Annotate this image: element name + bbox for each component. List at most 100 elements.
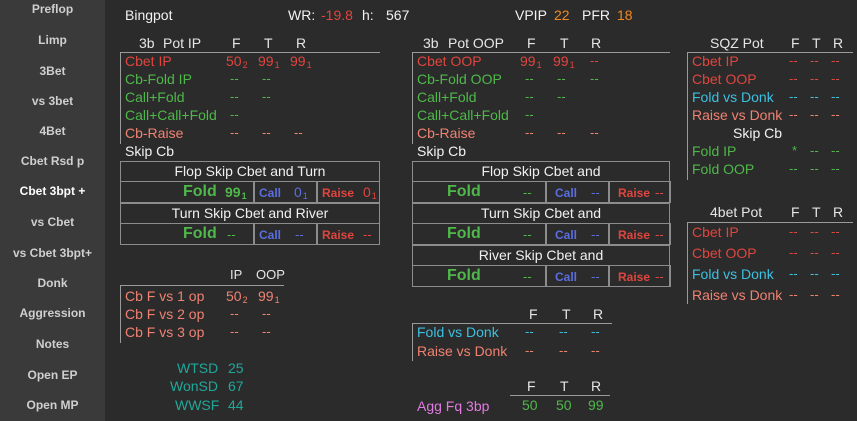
oop-cbet-r: -- xyxy=(590,53,599,68)
cbf-1op-oop: 991 xyxy=(258,288,280,305)
pfr-value: 18 xyxy=(617,7,633,23)
sqz-foldoop-t: -- xyxy=(810,161,819,176)
fourbet-title: 4bet Pot xyxy=(710,204,763,220)
oop-river-skip-fold-value: -- xyxy=(523,269,532,284)
sidebar-item-4bet[interactable]: 4Bet xyxy=(0,124,105,138)
sqz-foldoop-r: -- xyxy=(831,161,840,176)
sidebar-item-cbet-rsd-p[interactable]: Cbet Rsd p xyxy=(0,154,105,168)
fourbet-row-cbet-oop: Cbet OOP xyxy=(692,245,757,261)
sqz-row-fold-vs-donk: Fold vs Donk xyxy=(692,89,774,105)
sidebar-item-limp[interactable]: Limp xyxy=(0,33,105,47)
ip-turn-skip-fold-label: Fold xyxy=(183,225,217,242)
ip-row-cb-fold-ip: Cb-Fold IP xyxy=(125,71,192,87)
cbf-2op-oop: -- xyxy=(262,306,271,321)
pfr-label: PFR xyxy=(582,7,610,23)
sidebar-item-donk[interactable]: Donk xyxy=(0,276,105,290)
fourbet-col-t: T xyxy=(812,204,821,220)
sidebar-item-vs-3bet[interactable]: vs 3bet xyxy=(0,94,105,108)
oop-title-3b: 3b xyxy=(423,35,439,51)
vpip-label: VPIP xyxy=(515,7,547,23)
oop-cbraise-f: -- xyxy=(525,125,534,140)
donk-fvd-r: -- xyxy=(591,324,600,339)
sidebar-item-open-ep[interactable]: Open EP xyxy=(0,368,105,382)
sqz-row-skip-cb: Skip Cb xyxy=(733,125,783,141)
ip-flop-skip-raise-label: Raise xyxy=(322,186,355,200)
ip-turn-skip-raise-label: Raise xyxy=(322,228,355,242)
ip-callfold-t: -- xyxy=(262,89,271,104)
oop-cbet-t-val: 99 xyxy=(553,53,569,69)
ip-flop-skip-call-cell: Call 01 xyxy=(254,181,317,203)
sqz-fvd-r: -- xyxy=(831,89,840,104)
cbf-row-1op: Cb F vs 1 op xyxy=(125,288,205,304)
oop-turn-skip-fold-value: -- xyxy=(523,227,532,242)
sqz-col-r: R xyxy=(833,35,844,51)
fourbet-rvd-r: -- xyxy=(831,287,840,302)
oop-turn-skip-raise-label: Raise xyxy=(618,228,651,242)
ip-flop-skip-fold-val: 99 xyxy=(225,184,241,200)
ip-row-skip-cb: Skip Cb xyxy=(125,143,175,159)
oop-flop-skip-row: Fold -- Call -- Raise -- xyxy=(412,181,671,203)
ip-cbet-r: 991 xyxy=(290,53,312,70)
wtsd-value: 25 xyxy=(228,360,244,376)
agg-r: 99 xyxy=(588,397,604,413)
fourbet-header-line xyxy=(687,222,853,223)
donk-side-line xyxy=(412,323,413,361)
donk-row-raise-vs-donk: Raise vs Donk xyxy=(417,343,508,359)
donk-col-f: F xyxy=(529,306,538,322)
sqz-rvd-t: -- xyxy=(810,107,819,122)
donk-rvd-f: -- xyxy=(525,343,534,358)
oop-row-call-fold: Call+Fold xyxy=(417,89,477,105)
sqz-foldip-t: -- xyxy=(810,143,819,158)
oop-river-skip-raise-label: Raise xyxy=(618,270,651,284)
ip-flop-skip-raise-value: 01 xyxy=(363,184,377,201)
cbf-1op-oop-sub: 1 xyxy=(274,295,280,305)
oop-title-pot: Pot OOP xyxy=(448,35,505,51)
ip-col-f: F xyxy=(232,35,241,51)
fourbet-cbetip-r: -- xyxy=(831,224,840,239)
oop-col-r: R xyxy=(591,35,602,51)
ip-flop-skip-raise-sub: 1 xyxy=(371,191,377,201)
sidebar-item-aggression[interactable]: Aggression xyxy=(0,306,105,320)
sidebar-item-vs-cbet-3bpt[interactable]: vs Cbet 3bpt+ xyxy=(0,246,105,260)
ip-cbet-f: 502 xyxy=(226,53,248,70)
sidebar-item-notes[interactable]: Notes xyxy=(0,337,105,351)
ip-col-r: R xyxy=(296,35,307,51)
agg-col-r: R xyxy=(591,378,602,394)
ip-flop-skip-raise-val: 0 xyxy=(363,184,371,200)
sidebar-item-open-mp[interactable]: Open MP xyxy=(0,398,105,412)
ip-side-line xyxy=(120,52,121,144)
fourbet-cbetoop-r: -- xyxy=(831,245,840,260)
oop-cbfold-t: -- xyxy=(557,71,566,86)
sqz-fvd-t: -- xyxy=(810,89,819,104)
oop-cbet-t-sub: 1 xyxy=(569,60,575,70)
oop-turn-skip-fold-cell: Fold -- xyxy=(412,223,546,245)
oop-flop-skip-raise-label: Raise xyxy=(618,186,651,200)
fourbet-row-cbet-ip: Cbet IP xyxy=(692,224,739,240)
fourbet-cbetoop-f: -- xyxy=(789,245,798,260)
sidebar-item-cbet-3bpt[interactable]: Cbet 3bpt + xyxy=(0,184,105,198)
ip-turn-skip-call-cell: Call -- xyxy=(254,223,317,245)
ip-flop-skip-call-value: 01 xyxy=(294,184,308,201)
wr-label: WR: xyxy=(288,7,316,23)
sidebar-item-vs-cbet[interactable]: vs Cbet xyxy=(0,215,105,229)
sidebar-item-3bet[interactable]: 3Bet xyxy=(0,64,105,78)
cbf-1op-ip-val: 50 xyxy=(226,288,242,304)
oop-flop-skip-fold-cell: Fold -- xyxy=(412,181,546,203)
ip-turn-skip-fold-value: -- xyxy=(227,227,236,242)
oop-flop-skip-raise-value: -- xyxy=(655,185,664,200)
oop-row-cb-fold-oop: Cb-Fold OOP xyxy=(417,71,502,87)
ip-flop-skip-fold-sub: 1 xyxy=(241,191,247,201)
ip-flop-skip-row: Fold 991 Call 01 Raise 01 xyxy=(120,181,380,203)
ip-col-t: T xyxy=(264,35,273,51)
fourbet-cbetip-f: -- xyxy=(789,224,798,239)
oop-flop-skip-call-label: Call xyxy=(555,186,578,200)
fourbet-fvd-r: -- xyxy=(831,266,840,281)
oop-turn-skip-call-value: -- xyxy=(591,227,600,242)
ip-callcallfold-f: -- xyxy=(230,107,239,122)
agg-header-line xyxy=(510,395,610,396)
ip-flop-skip-box: Flop Skip Cbet and Turn Fold 991 Call 01… xyxy=(120,161,380,203)
sidebar-item-preflop[interactable]: Preflop xyxy=(0,2,105,16)
ip-row-call-fold: Call+Fold xyxy=(125,89,185,105)
hands-label: h: xyxy=(362,7,374,23)
oop-river-skip-title: River Skip Cbet and xyxy=(478,247,604,263)
